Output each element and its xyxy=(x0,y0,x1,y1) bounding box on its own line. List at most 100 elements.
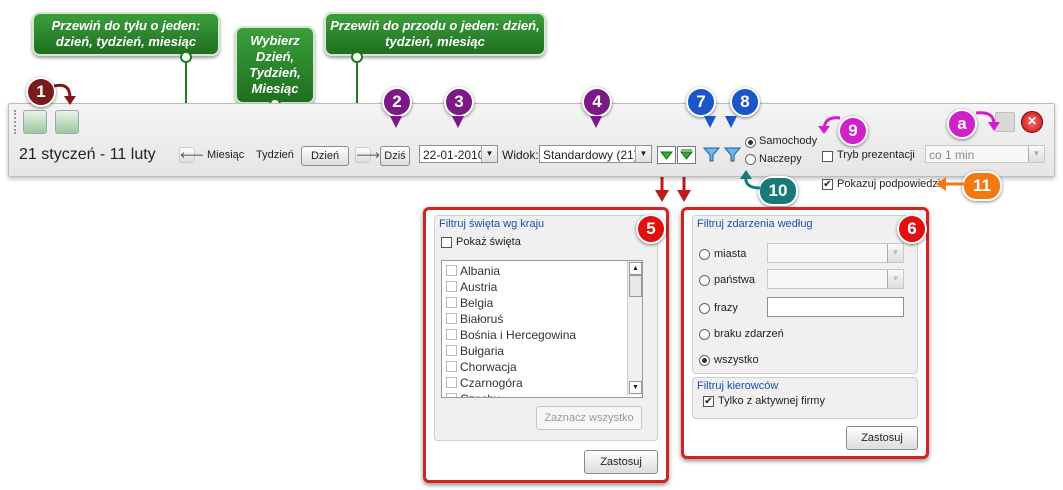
events-filter-panel: Filtruj zdarzenia według miasta państwa fr… xyxy=(681,207,929,459)
country-checkbox[interactable] xyxy=(446,361,457,372)
event-filter-radio[interactable] xyxy=(699,275,710,286)
vehicle-filter-funnel[interactable] xyxy=(702,146,721,162)
list-item[interactable]: Albania xyxy=(446,264,500,278)
country-label: Chorwacja xyxy=(460,360,517,374)
event-filter-label: wszystko xyxy=(714,354,759,366)
active-company-label: Tylko z aktywnej firmy xyxy=(718,395,825,407)
event-filter-label: frazy xyxy=(714,302,738,314)
country-checkbox[interactable] xyxy=(446,297,457,308)
drivers-group: Filtruj kierowców ✔ Tylko z aktywnej fir… xyxy=(692,377,918,419)
chevron-down-icon: ▼ xyxy=(887,244,903,262)
list-item[interactable]: Austria xyxy=(446,280,497,294)
interval-value: co 1 min xyxy=(929,148,975,162)
country-checkbox[interactable] xyxy=(446,377,457,388)
vehicles-radio[interactable] xyxy=(745,137,756,148)
country-label: Bułgaria xyxy=(460,344,505,358)
trailer-filter-funnel[interactable] xyxy=(723,146,742,162)
badge-5: 5 xyxy=(636,214,666,244)
holiday-filter-button[interactable] xyxy=(657,146,676,164)
chevron-down-icon: ▼ xyxy=(635,146,651,162)
scrollbar[interactable]: ▲ ▼ xyxy=(627,261,642,395)
country-checkbox[interactable] xyxy=(446,313,457,324)
event-filter-radio[interactable] xyxy=(699,303,710,314)
select-all-button[interactable]: Zaznacz wszystko xyxy=(536,406,642,430)
interval-select[interactable]: co 1 min ▼ xyxy=(925,145,1045,163)
scroll-down-icon[interactable]: ▼ xyxy=(629,381,642,394)
show-hints-checkbox[interactable]: ✔ xyxy=(822,179,833,190)
curved-arrow-icon xyxy=(740,170,761,190)
view-label: Widok: xyxy=(502,148,539,162)
list-item[interactable]: Czechy xyxy=(446,392,500,397)
city-select[interactable]: ▼ xyxy=(767,243,904,263)
scroll-up-icon[interactable]: ▲ xyxy=(629,262,642,275)
country-label: Czechy xyxy=(460,392,500,397)
presentation-mode-checkbox[interactable] xyxy=(822,151,833,162)
country-list[interactable]: Albania Austria Belgia Białoruś Bośnia i Her… xyxy=(441,260,643,398)
active-company-checkbox[interactable]: ✔ xyxy=(703,396,714,407)
chevron-down-icon: ▼ xyxy=(887,270,903,288)
triangle-down-icon xyxy=(659,151,674,160)
view-value: Standardowy (21) xyxy=(543,148,638,162)
today-button[interactable]: Dziś xyxy=(380,146,410,166)
list-item[interactable]: Białoruś xyxy=(446,312,503,326)
view-select[interactable]: Standardowy (21) ▼ xyxy=(539,145,652,163)
funnel-icon xyxy=(723,147,742,162)
events-apply-button[interactable]: Zastosuj xyxy=(846,426,918,450)
holidays-filter-panel: Filtruj święta wg kraju Pokaż święta Alb… xyxy=(423,207,669,483)
refresh-icon[interactable] xyxy=(23,110,47,134)
date-value: 22-01-2010 xyxy=(423,148,485,162)
show-hints-label: Pokazuj podpowiedzi xyxy=(837,178,941,190)
holidays-apply-button[interactable]: Zastosuj xyxy=(584,450,658,474)
badge-9: 9 xyxy=(838,116,868,146)
vehicles-label: Samochody xyxy=(759,135,818,147)
phrase-input[interactable] xyxy=(767,297,904,317)
date-range-title: 21 styczeń - 11 luty xyxy=(19,146,156,163)
events-group: Filtruj zdarzenia według miasta państwa fr… xyxy=(692,215,918,374)
country-label: Czarnogóra xyxy=(460,376,523,390)
show-holidays-label: Pokaż święta xyxy=(456,236,521,248)
prev-period-button[interactable]: 🡐 xyxy=(179,147,204,163)
country-checkbox[interactable] xyxy=(446,393,457,397)
arrow-left-icon xyxy=(936,177,964,191)
curved-arrow-icon xyxy=(975,111,1000,131)
event-filter-label: miasta xyxy=(714,248,747,260)
week-option[interactable]: Tydzień xyxy=(256,149,294,161)
day-option-button[interactable]: Dzień xyxy=(301,146,349,166)
country-checkbox[interactable] xyxy=(446,345,457,356)
next-period-button[interactable]: 🡒 xyxy=(355,147,380,163)
events-filter-button[interactable] xyxy=(677,146,696,164)
list-item[interactable]: Bośnia i Hercegowina xyxy=(446,328,576,342)
scroll-thumb[interactable] xyxy=(629,275,642,297)
list-item[interactable]: Bułgaria xyxy=(446,344,504,358)
trailers-radio[interactable] xyxy=(745,154,756,165)
event-filter-radio[interactable] xyxy=(699,329,710,340)
list-item[interactable]: Belgia xyxy=(446,296,493,310)
country-select[interactable]: ▼ xyxy=(767,269,904,289)
badge-10: 10 xyxy=(758,176,798,206)
event-filter-label: braku zdarzeń xyxy=(714,328,784,340)
events-group-title: Filtruj zdarzenia według xyxy=(697,218,813,230)
country-checkbox[interactable] xyxy=(446,281,457,292)
country-label: Albania xyxy=(460,264,501,278)
event-filter-radio[interactable] xyxy=(699,249,710,260)
country-checkbox[interactable] xyxy=(446,265,457,276)
event-filter-radio[interactable] xyxy=(699,355,710,366)
show-holidays-checkbox[interactable] xyxy=(441,237,452,248)
month-option[interactable]: Miesiąc xyxy=(207,149,244,161)
toolbar-grip xyxy=(14,110,18,134)
holidays-group-title: Filtruj święta wg kraju xyxy=(439,218,545,230)
badge-6: 6 xyxy=(897,214,927,244)
country-label: Austria xyxy=(460,280,498,294)
export-icon[interactable] xyxy=(55,110,79,134)
curved-arrow-icon xyxy=(818,116,841,134)
triangle-down-icon xyxy=(679,149,694,160)
badge-arrows xyxy=(390,116,737,128)
country-checkbox[interactable] xyxy=(446,329,457,340)
list-item[interactable]: Chorwacja xyxy=(446,360,517,374)
date-picker[interactable]: 22-01-2010 ▼ xyxy=(419,145,498,163)
badge-a: a xyxy=(947,109,977,139)
close-icon[interactable]: ✕ xyxy=(1021,111,1043,133)
chevron-down-icon: ▼ xyxy=(1028,146,1044,162)
list-item[interactable]: Czarnogóra xyxy=(446,376,523,390)
country-label: Belgia xyxy=(460,296,494,310)
